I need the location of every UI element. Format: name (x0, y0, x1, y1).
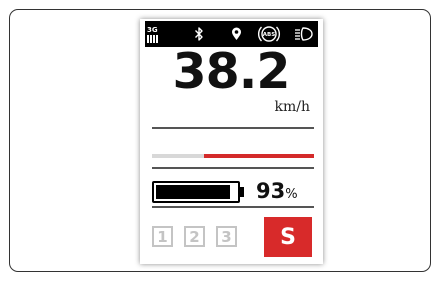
battery-icon (152, 181, 240, 203)
gear-button-3[interactable]: 3 (216, 226, 237, 247)
gear-button-2[interactable]: 2 (184, 226, 205, 247)
speed-unit: km/h (274, 99, 311, 115)
gear-button-s[interactable]: S (264, 217, 312, 257)
divider (152, 167, 314, 169)
assist-level-bar (152, 154, 314, 158)
network-indicator: 3G (147, 21, 167, 47)
battery-percent-symbol: % (285, 187, 298, 202)
battery-percent-value: 93 (256, 179, 286, 203)
speed-readout: 38.2 (172, 43, 291, 100)
divider (152, 206, 314, 208)
signal-bars-icon (147, 34, 158, 43)
network-label: 3G (147, 25, 158, 34)
abs-label: ABS (263, 32, 275, 38)
divider (152, 127, 314, 129)
headlight-icon (294, 21, 314, 47)
battery-fill (156, 185, 231, 199)
battery-percentage: 93% (256, 179, 298, 203)
bike-display: 3G ABS 38.2 km/h 93% 1 2 3 S (140, 19, 323, 264)
battery-terminal (240, 187, 244, 197)
gear-button-1[interactable]: 1 (152, 226, 173, 247)
assist-level-fill (203, 154, 314, 158)
